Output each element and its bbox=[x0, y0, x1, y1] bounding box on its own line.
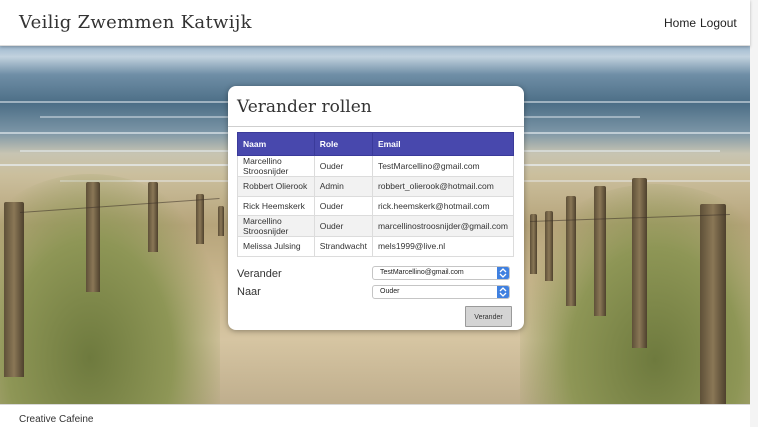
page-scrollbar[interactable] bbox=[749, 0, 758, 427]
card-title: Verander rollen bbox=[237, 97, 372, 117]
cell-naam: Marcellino Stroosnijder bbox=[237, 215, 315, 238]
nav-logout-link[interactable]: Logout bbox=[700, 16, 737, 30]
cell-email: robbert_olierook@hotmail.com bbox=[371, 176, 515, 197]
users-table: Naam Role Email Marcellino Stroosnijder … bbox=[237, 132, 515, 257]
naar-label: Naar bbox=[237, 286, 261, 298]
table-row: Melissa Julsing Strandwacht mels1999@liv… bbox=[237, 236, 515, 257]
brand-title[interactable]: Veilig Zwemmen Katwijk bbox=[19, 12, 252, 33]
footer: Creative Cafeine bbox=[0, 404, 750, 428]
change-roles-card: Verander rollen Naam Role Email Marcelli… bbox=[228, 86, 524, 330]
select-arrows-icon bbox=[497, 267, 509, 279]
table-row: Marcellino Stroosnijder Ouder marcellino… bbox=[237, 215, 515, 238]
cell-naam: Rick Heemskerk bbox=[237, 195, 315, 217]
column-header-naam: Naam bbox=[237, 132, 315, 156]
footer-text: Creative Cafeine bbox=[19, 414, 94, 425]
cell-role: Ouder bbox=[313, 215, 373, 238]
cell-email: marcellinostroosnijder@gmail.com bbox=[371, 215, 515, 238]
cell-naam: Melissa Julsing bbox=[237, 236, 315, 257]
naar-role-select[interactable]: Ouder bbox=[372, 285, 510, 299]
cell-naam: Marcellino Stroosnijder bbox=[237, 155, 315, 177]
verander-label: Verander bbox=[237, 268, 282, 280]
nav-home-link[interactable]: Home bbox=[664, 16, 696, 30]
column-header-email: Email bbox=[371, 132, 515, 156]
table-header-row: Naam Role Email bbox=[237, 132, 515, 156]
verander-user-select[interactable]: TestMarcellino@gmail.com bbox=[372, 266, 510, 280]
cell-email: rick.heemskerk@hotmail.com bbox=[371, 195, 515, 217]
table-row: Rick Heemskerk Ouder rick.heemskerk@hotm… bbox=[237, 195, 515, 217]
cell-role: Ouder bbox=[313, 195, 373, 217]
cell-email: mels1999@live.nl bbox=[371, 236, 515, 257]
card-divider bbox=[228, 126, 524, 127]
column-header-role: Role bbox=[313, 132, 373, 156]
cell-naam: Robbert Olierook bbox=[237, 176, 315, 197]
select-arrows-icon bbox=[497, 286, 509, 298]
cell-role: Strandwacht bbox=[313, 236, 373, 257]
navbar: Veilig Zwemmen Katwijk Home Logout bbox=[0, 0, 750, 46]
cell-role: Admin bbox=[313, 176, 373, 197]
table-row: Robbert Olierook Admin robbert_olierook@… bbox=[237, 176, 515, 197]
verander-select-value: TestMarcellino@gmail.com bbox=[380, 269, 464, 276]
verander-submit-button[interactable]: Verander bbox=[465, 306, 512, 327]
table-row: Marcellino Stroosnijder Ouder TestMarcel… bbox=[237, 155, 515, 177]
cell-email: TestMarcellino@gmail.com bbox=[371, 155, 515, 177]
cell-role: Ouder bbox=[313, 155, 373, 177]
naar-select-value: Ouder bbox=[380, 288, 400, 295]
